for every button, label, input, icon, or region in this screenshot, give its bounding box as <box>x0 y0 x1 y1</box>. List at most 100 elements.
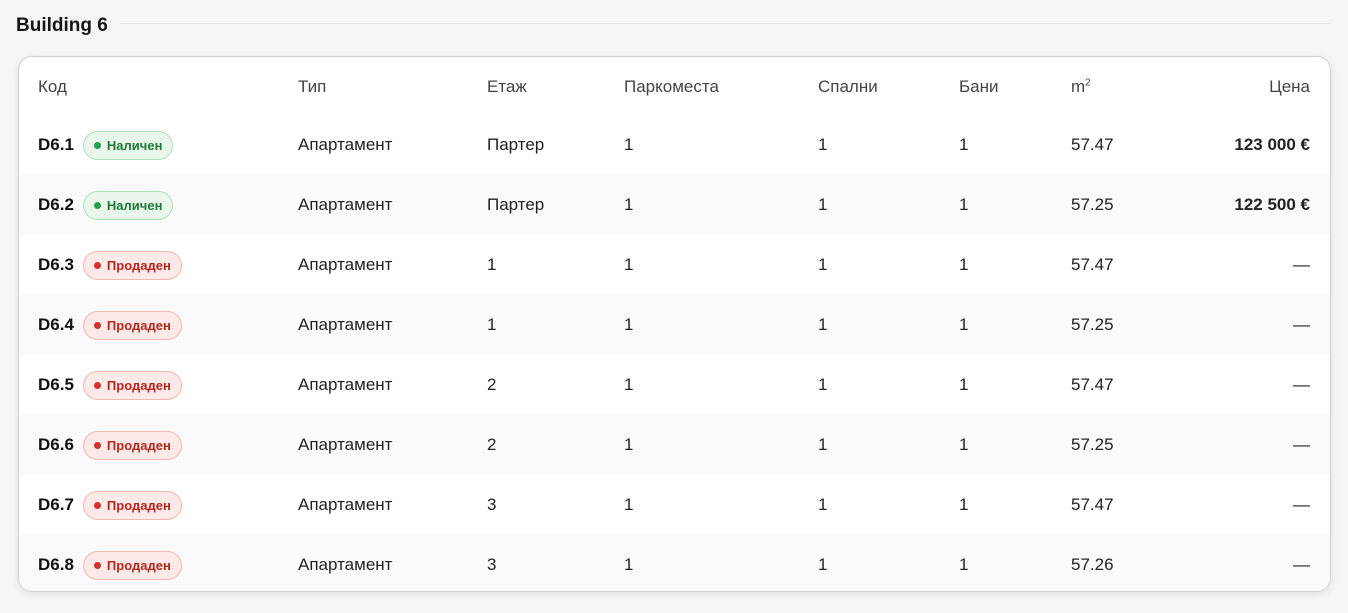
cell-price: — <box>1293 555 1310 574</box>
units-table: Код Тип Етаж Паркоместа Спални Бани m2 Ц… <box>19 57 1330 591</box>
cell-parking: 1 <box>624 255 634 274</box>
cell-price: — <box>1293 435 1310 454</box>
cell-price: 123 000 € <box>1234 135 1310 154</box>
cell-floor: 1 <box>487 315 497 334</box>
unit-code[interactable]: D6.5 <box>38 375 74 395</box>
status-label: Продаден <box>106 257 171 273</box>
status-dot-icon <box>93 561 101 569</box>
code-cell: D6.5 Продаден <box>38 370 298 400</box>
cell-price: 122 500 € <box>1234 195 1310 214</box>
cell-code: D6.6 Продаден <box>19 415 298 475</box>
cell-bathrooms: 1 <box>959 135 969 154</box>
table-row[interactable]: D6.5 Продаден Апартамент 2 1 1 1 57.47 — <box>19 355 1330 415</box>
cell-area: 57.25 <box>1071 195 1114 214</box>
cell-type: Апартамент <box>298 195 393 214</box>
cell-bedrooms: 1 <box>818 315 828 334</box>
header-bedrooms[interactable]: Спални <box>818 57 959 115</box>
header-area-exponent: 2 <box>1085 77 1091 89</box>
code-cell: D6.3 Продаден <box>38 250 298 280</box>
status-badge: Наличен <box>82 190 174 220</box>
table-row[interactable]: D6.6 Продаден Апартамент 2 1 1 1 57.25 — <box>19 415 1330 475</box>
cell-floor: 1 <box>487 255 497 274</box>
cell-bathrooms: 1 <box>959 555 969 574</box>
status-dot-icon <box>93 321 101 329</box>
cell-bedrooms: 1 <box>818 495 828 514</box>
table-row[interactable]: D6.2 Наличен Апартамент Партер 1 1 1 57.25 122 5… <box>19 175 1330 235</box>
cell-bedrooms: 1 <box>818 375 828 394</box>
cell-area: 57.47 <box>1071 135 1114 154</box>
cell-type: Апартамент <box>298 375 393 394</box>
cell-bathrooms: 1 <box>959 435 969 454</box>
cell-bedrooms: 1 <box>818 135 828 154</box>
cell-parking: 1 <box>624 435 634 454</box>
cell-bathrooms: 1 <box>959 375 969 394</box>
cell-floor: 2 <box>487 375 497 394</box>
status-label: Продаден <box>106 497 171 513</box>
cell-bathrooms: 1 <box>959 255 969 274</box>
table-row[interactable]: D6.1 Наличен Апартамент Партер 1 1 1 57.47 123 0… <box>19 115 1330 175</box>
cell-type: Апартамент <box>298 555 393 574</box>
unit-code[interactable]: D6.8 <box>38 555 74 575</box>
unit-code[interactable]: D6.4 <box>38 315 74 335</box>
code-cell: D6.6 Продаден <box>38 430 298 460</box>
table-body: D6.1 Наличен Апартамент Партер 1 1 1 57.47 123 0… <box>19 115 1330 591</box>
table-row[interactable]: D6.8 Продаден Апартамент 3 1 1 1 57.26 — <box>19 535 1330 591</box>
cell-area: 57.47 <box>1071 255 1114 274</box>
cell-code: D6.1 Наличен <box>19 115 298 175</box>
cell-area: 57.47 <box>1071 375 1114 394</box>
code-cell: D6.8 Продаден <box>38 550 298 580</box>
cell-bathrooms: 1 <box>959 495 969 514</box>
cell-price: — <box>1293 495 1310 514</box>
header-parking[interactable]: Паркоместа <box>624 57 818 115</box>
status-dot-icon <box>93 141 101 149</box>
status-label: Наличен <box>106 197 163 213</box>
unit-code[interactable]: D6.1 <box>38 135 74 155</box>
header-area-unit: m <box>1071 77 1086 96</box>
header-bathrooms[interactable]: Бани <box>959 57 1071 115</box>
units-table-card: Код Тип Етаж Паркоместа Спални Бани m2 Ц… <box>18 56 1331 592</box>
page: Building 6 Код Тип Етаж Паркоместа Спалн… <box>0 0 1348 613</box>
status-label: Продаден <box>106 437 171 453</box>
status-badge: Продаден <box>82 550 182 580</box>
header-code[interactable]: Код <box>19 57 298 115</box>
status-badge: Продаден <box>82 430 182 460</box>
cell-code: D6.3 Продаден <box>19 235 298 295</box>
section-header: Building 6 <box>0 0 1348 50</box>
cell-type: Апартамент <box>298 495 393 514</box>
cell-parking: 1 <box>624 495 634 514</box>
header-price[interactable]: Цена <box>1181 57 1330 115</box>
cell-code: D6.8 Продаден <box>19 535 298 591</box>
status-dot-icon <box>93 501 101 509</box>
status-badge: Продаден <box>82 490 182 520</box>
unit-code[interactable]: D6.3 <box>38 255 74 275</box>
cell-bathrooms: 1 <box>959 195 969 214</box>
table-row[interactable]: D6.3 Продаден Апартамент 1 1 1 1 57.47 — <box>19 235 1330 295</box>
unit-code[interactable]: D6.7 <box>38 495 74 515</box>
cell-parking: 1 <box>624 375 634 394</box>
cell-code: D6.4 Продаден <box>19 295 298 355</box>
status-dot-icon <box>93 381 101 389</box>
cell-bedrooms: 1 <box>818 255 828 274</box>
cell-bedrooms: 1 <box>818 435 828 454</box>
cell-parking: 1 <box>624 315 634 334</box>
cell-code: D6.7 Продаден <box>19 475 298 535</box>
cell-floor: 2 <box>487 435 497 454</box>
status-dot-icon <box>93 261 101 269</box>
unit-code[interactable]: D6.2 <box>38 195 74 215</box>
status-dot-icon <box>93 441 101 449</box>
status-label: Продаден <box>106 317 171 333</box>
status-label: Продаден <box>106 377 171 393</box>
header-area[interactable]: m2 <box>1071 57 1181 115</box>
table-header-row: Код Тип Етаж Паркоместа Спални Бани m2 Ц… <box>19 57 1330 115</box>
cell-code: D6.2 Наличен <box>19 175 298 235</box>
code-cell: D6.7 Продаден <box>38 490 298 520</box>
unit-code[interactable]: D6.6 <box>38 435 74 455</box>
table-row[interactable]: D6.4 Продаден Апартамент 1 1 1 1 57.25 — <box>19 295 1330 355</box>
cell-bedrooms: 1 <box>818 195 828 214</box>
cell-area: 57.25 <box>1071 435 1114 454</box>
header-type[interactable]: Тип <box>298 57 487 115</box>
cell-parking: 1 <box>624 135 634 154</box>
table-row[interactable]: D6.7 Продаден Апартамент 3 1 1 1 57.47 — <box>19 475 1330 535</box>
header-floor[interactable]: Етаж <box>487 57 624 115</box>
cell-bedrooms: 1 <box>818 555 828 574</box>
